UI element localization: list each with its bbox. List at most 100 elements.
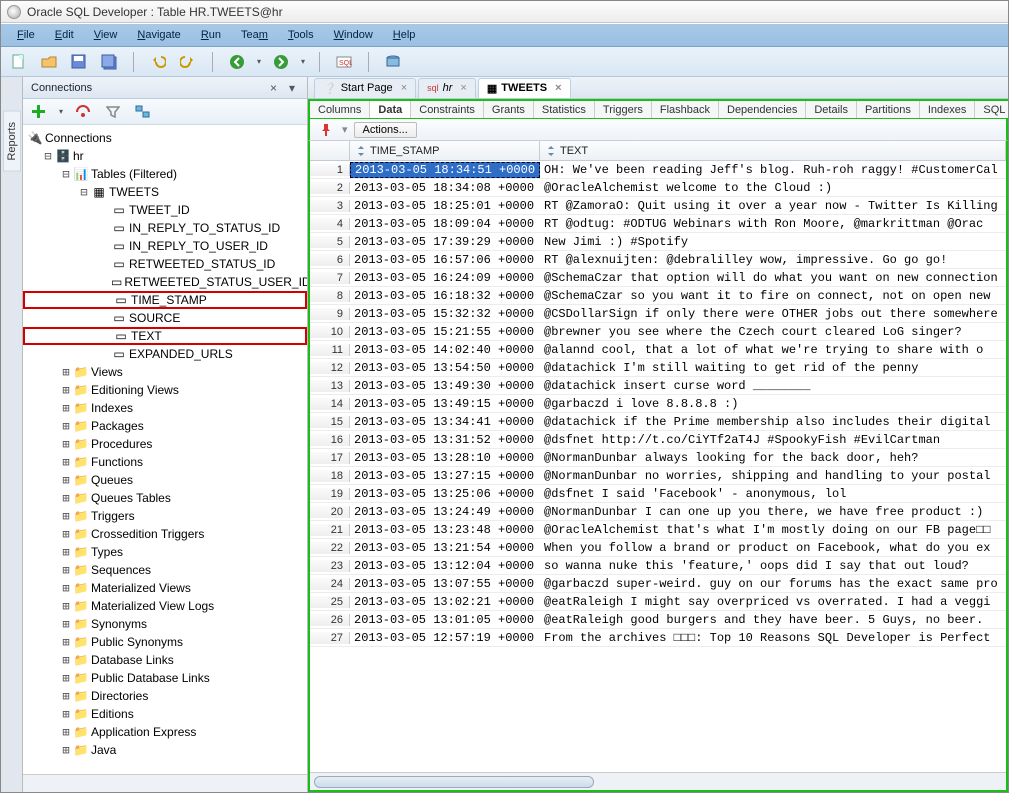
filter-icon[interactable] — [103, 102, 123, 122]
cell-timestamp[interactable]: 2013-03-05 13:21:54 +0000 — [350, 541, 540, 555]
cell-timestamp[interactable]: 2013-03-05 13:25:06 +0000 — [350, 487, 540, 501]
col-expanded-urls[interactable]: EXPANDED_URLS — [129, 347, 233, 361]
expand-toggle[interactable]: ⊟ — [41, 149, 55, 163]
tab-start-page[interactable]: ❔Start Page× — [314, 78, 416, 98]
expand-toggle[interactable]: ⊞ — [59, 437, 73, 451]
cell-text[interactable]: @SchemaCzar that option will do what you… — [540, 271, 1006, 285]
table-row[interactable]: 42013-03-05 18:09:04 +0000RT @odtug: #OD… — [310, 215, 1006, 233]
subtab-statistics[interactable]: Statistics — [534, 101, 595, 118]
cell-timestamp[interactable]: 2013-03-05 13:27:15 +0000 — [350, 469, 540, 483]
cell-timestamp[interactable]: 2013-03-05 16:57:06 +0000 — [350, 253, 540, 267]
table-row[interactable]: 262013-03-05 13:01:05 +0000@eatRaleigh g… — [310, 611, 1006, 629]
tree-folder-editioning-views[interactable]: ⊞📁Editioning Views — [23, 381, 307, 399]
table-row[interactable]: 122013-03-05 13:54:50 +0000@datachick I'… — [310, 359, 1006, 377]
tree-root[interactable]: Connections — [45, 131, 112, 145]
db-actions-icon[interactable] — [383, 52, 403, 72]
menu-edit[interactable]: Edit — [45, 26, 84, 44]
tree-folder-triggers[interactable]: ⊞📁Triggers — [23, 507, 307, 525]
menu-team[interactable]: Team — [231, 26, 278, 44]
tree-folder-queues[interactable]: ⊞📁Queues — [23, 471, 307, 489]
tree-db[interactable]: hr — [73, 149, 84, 163]
menu-tools[interactable]: Tools — [278, 26, 324, 44]
cell-text[interactable]: @OracleAlchemist welcome to the Cloud :) — [540, 181, 1006, 195]
back-icon[interactable] — [227, 52, 247, 72]
table-row[interactable]: 172013-03-05 13:28:10 +0000@NormanDunbar… — [310, 449, 1006, 467]
object-tree[interactable]: 🔌Connections ⊟🗄️hr ⊟📊Tables (Filtered) ⊟… — [23, 125, 307, 774]
table-row[interactable]: 222013-03-05 13:21:54 +0000When you foll… — [310, 539, 1006, 557]
tree-hscroll[interactable] — [23, 774, 307, 792]
tree-folder-functions[interactable]: ⊞📁Functions — [23, 453, 307, 471]
table-row[interactable]: 12013-03-05 18:34:51 +0000OH: We've been… — [310, 161, 1006, 179]
tree-folder-public-synonyms[interactable]: ⊞📁Public Synonyms — [23, 633, 307, 651]
grid-body[interactable]: 12013-03-05 18:34:51 +0000OH: We've been… — [310, 161, 1006, 772]
tns-icon[interactable] — [73, 102, 93, 122]
menu-window[interactable]: Window — [324, 26, 383, 44]
table-row[interactable]: 132013-03-05 13:49:30 +0000@datachick in… — [310, 377, 1006, 395]
cell-text[interactable]: @eatRaleigh I might say overpriced vs ov… — [540, 595, 1006, 609]
cell-text[interactable]: New Jimi :) #Spotify — [540, 235, 1006, 249]
cell-text[interactable]: @datachick I'm still waiting to get rid … — [540, 361, 1006, 375]
table-row[interactable]: 202013-03-05 13:24:49 +0000@NormanDunbar… — [310, 503, 1006, 521]
subtab-partitions[interactable]: Partitions — [857, 101, 920, 118]
expand-toggle[interactable]: ⊞ — [59, 455, 73, 469]
cell-text[interactable]: From the archives □□□: Top 10 Reasons SQ… — [540, 631, 1006, 645]
expand-toggle[interactable]: ⊞ — [59, 671, 73, 685]
tree-folder-views[interactable]: ⊞📁Views — [23, 363, 307, 381]
column-header-text[interactable]: TEXT — [540, 141, 1006, 160]
grid-hscroll[interactable] — [310, 772, 1006, 790]
table-row[interactable]: 22013-03-05 18:34:08 +0000@OracleAlchemi… — [310, 179, 1006, 197]
cell-timestamp[interactable]: 2013-03-05 13:49:30 +0000 — [350, 379, 540, 393]
expand-toggle[interactable]: ⊞ — [59, 617, 73, 631]
cell-timestamp[interactable]: 2013-03-05 18:34:08 +0000 — [350, 181, 540, 195]
table-row[interactable]: 112013-03-05 14:02:40 +0000@alannd cool,… — [310, 341, 1006, 359]
subtab-constraints[interactable]: Constraints — [411, 101, 484, 118]
subtab-indexes[interactable]: Indexes — [920, 101, 976, 118]
tab-tweets-table[interactable]: ▦TWEETS× — [478, 78, 571, 98]
tree-folder-crossedition-triggers[interactable]: ⊞📁Crossedition Triggers — [23, 525, 307, 543]
cell-text[interactable]: @SchemaCzar so you want it to fire on co… — [540, 289, 1006, 303]
menu-run[interactable]: Run — [191, 26, 231, 44]
table-row[interactable]: 102013-03-05 15:21:55 +0000@brewner you … — [310, 323, 1006, 341]
tree-folder-materialized-views[interactable]: ⊞📁Materialized Views — [23, 579, 307, 597]
cell-text[interactable]: so wanna nuke this 'feature,' oops did I… — [540, 559, 1006, 573]
cell-text[interactable]: OH: We've been reading Jeff's blog. Ruh-… — [540, 163, 1006, 177]
tree-tweets[interactable]: TWEETS — [109, 185, 159, 199]
col-text[interactable]: TEXT — [131, 329, 162, 343]
table-row[interactable]: 52013-03-05 17:39:29 +0000New Jimi :) #S… — [310, 233, 1006, 251]
table-row[interactable]: 182013-03-05 13:27:15 +0000@NormanDunbar… — [310, 467, 1006, 485]
close-icon[interactable]: × — [551, 82, 561, 94]
tree-folder-directories[interactable]: ⊞📁Directories — [23, 687, 307, 705]
subtab-grants[interactable]: Grants — [484, 101, 534, 118]
cell-text[interactable]: @eatRaleigh good burgers and they have b… — [540, 613, 1006, 627]
side-tab-reports[interactable]: Reports — [3, 111, 21, 172]
cell-text[interactable]: @datachick insert curse word ________ — [540, 379, 1006, 393]
table-row[interactable]: 192013-03-05 13:25:06 +0000@dsfnet I sai… — [310, 485, 1006, 503]
open-icon[interactable] — [39, 52, 59, 72]
cell-timestamp[interactable]: 2013-03-05 15:21:55 +0000 — [350, 325, 540, 339]
cell-text[interactable]: When you follow a brand or product on Fa… — [540, 541, 1006, 555]
cell-timestamp[interactable]: 2013-03-05 12:57:19 +0000 — [350, 631, 540, 645]
cell-timestamp[interactable]: 2013-03-05 18:09:04 +0000 — [350, 217, 540, 231]
cell-timestamp[interactable]: 2013-03-05 13:23:48 +0000 — [350, 523, 540, 537]
col-reply-user[interactable]: IN_REPLY_TO_USER_ID — [129, 239, 268, 253]
cell-text[interactable]: @OracleAlchemist that's what I'm mostly … — [540, 523, 1006, 537]
forward-icon[interactable] — [271, 52, 291, 72]
table-row[interactable]: 32013-03-05 18:25:01 +0000RT @ZamoraO: Q… — [310, 197, 1006, 215]
col-time-stamp[interactable]: TIME_STAMP — [131, 293, 207, 307]
cell-timestamp[interactable]: 2013-03-05 17:39:29 +0000 — [350, 235, 540, 249]
cell-timestamp[interactable]: 2013-03-05 14:02:40 +0000 — [350, 343, 540, 357]
refresh-tree-icon[interactable] — [133, 102, 153, 122]
actions-button[interactable]: Actions... — [354, 122, 417, 138]
table-row[interactable]: 272013-03-05 12:57:19 +0000From the arch… — [310, 629, 1006, 647]
subtab-columns[interactable]: Columns — [310, 101, 370, 118]
expand-toggle[interactable]: ⊞ — [59, 545, 73, 559]
table-row[interactable]: 212013-03-05 13:23:48 +0000@OracleAlchem… — [310, 521, 1006, 539]
cell-timestamp[interactable]: 2013-03-05 13:12:04 +0000 — [350, 559, 540, 573]
cell-timestamp[interactable]: 2013-03-05 13:34:41 +0000 — [350, 415, 540, 429]
cell-text[interactable]: @garbaczd super-weird. guy on our forums… — [540, 577, 1006, 591]
tree-folder-queues-tables[interactable]: ⊞📁Queues Tables — [23, 489, 307, 507]
cell-timestamp[interactable]: 2013-03-05 13:31:52 +0000 — [350, 433, 540, 447]
tree-folder-database-links[interactable]: ⊞📁Database Links — [23, 651, 307, 669]
pin-icon[interactable] — [316, 120, 336, 140]
expand-toggle[interactable]: ⊞ — [59, 491, 73, 505]
